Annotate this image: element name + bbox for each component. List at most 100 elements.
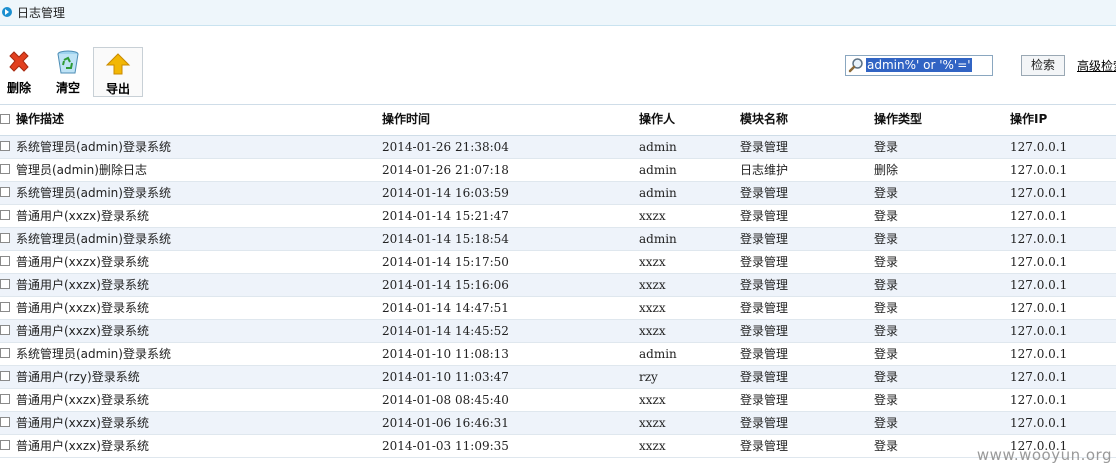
- cell-time: 2014-01-14 14:47:51: [382, 301, 509, 315]
- circle-arrow-icon: [2, 7, 12, 17]
- cell-operator: xxzx: [639, 301, 666, 315]
- cell-operator: xxzx: [639, 209, 666, 223]
- row-checkbox[interactable]: [0, 302, 10, 312]
- cell-module: 登录管理: [740, 324, 789, 338]
- row-checkbox[interactable]: [0, 141, 10, 151]
- cell-ip: 127.0.0.1: [1010, 324, 1068, 338]
- header-time[interactable]: 操作时间: [382, 105, 430, 133]
- table-row[interactable]: 系统管理员(admin)登录系统 2014-01-10 11:08:13 admin…: [0, 343, 1116, 366]
- header-operator[interactable]: 操作人: [639, 105, 675, 133]
- cell-ip: 127.0.0.1: [1010, 301, 1068, 315]
- table-row[interactable]: 普通用户(xxzx)登录系统 2014-01-08 08:45:40 xxzx 登录管…: [0, 389, 1116, 412]
- table-row[interactable]: 普通用户(rzy)登录系统 2014-01-10 11:03:47 rzy 登录管理 登…: [0, 366, 1116, 389]
- table-row[interactable]: 普通用户(xxzx)登录系统 2014-01-14 15:16:06 xxzx 登录管…: [0, 274, 1116, 297]
- row-checkbox[interactable]: [0, 279, 10, 289]
- row-checkbox[interactable]: [0, 440, 10, 450]
- recycle-bin-icon: [57, 50, 79, 74]
- cell-operator: xxzx: [639, 255, 666, 269]
- cell-description: 普通用户(rzy)登录系统: [16, 370, 140, 384]
- table-row[interactable]: 普通用户(xxzx)登录系统 2014-01-14 15:21:47 xxzx 登录管…: [0, 205, 1116, 228]
- cell-operator: rzy: [639, 370, 658, 384]
- row-checkbox[interactable]: [0, 371, 10, 381]
- cell-description: 普通用户(xxzx)登录系统: [16, 209, 149, 223]
- cell-operator: admin: [639, 163, 677, 177]
- cell-description: 管理员(admin)删除日志: [16, 163, 147, 177]
- log-table: 操作描述 操作时间 操作人 模块名称 操作类型 操作IP 系统管理员(admin…: [0, 104, 1116, 458]
- cell-type: 登录: [874, 416, 899, 430]
- header-ip[interactable]: 操作IP: [1010, 105, 1047, 133]
- delete-button[interactable]: 删除: [2, 48, 36, 96]
- advanced-search-link[interactable]: 高级检索: [1077, 57, 1116, 74]
- cell-operator: xxzx: [639, 393, 666, 407]
- export-button[interactable]: 导出: [93, 47, 143, 97]
- cell-description: 普通用户(xxzx)登录系统: [16, 416, 149, 430]
- cell-ip: 127.0.0.1: [1010, 232, 1068, 246]
- row-checkbox[interactable]: [0, 325, 10, 335]
- row-checkbox[interactable]: [0, 394, 10, 404]
- table-row[interactable]: 管理员(admin)删除日志 2014-01-26 21:07:18 admin 日志…: [0, 159, 1116, 182]
- table-row[interactable]: 普通用户(xxzx)登录系统 2014-01-03 11:09:35 xxzx 登录管…: [0, 435, 1116, 458]
- cell-description: 系统管理员(admin)登录系统: [16, 347, 171, 361]
- row-checkbox[interactable]: [0, 210, 10, 220]
- cell-ip: 127.0.0.1: [1010, 393, 1068, 407]
- row-checkbox[interactable]: [0, 164, 10, 174]
- export-label: 导出: [105, 82, 130, 96]
- table-header: 操作描述 操作时间 操作人 模块名称 操作类型 操作IP: [0, 104, 1116, 136]
- cell-description: 普通用户(xxzx)登录系统: [16, 439, 149, 453]
- cell-module: 登录管理: [740, 416, 789, 430]
- row-checkbox[interactable]: [0, 233, 10, 243]
- cell-ip: 127.0.0.1: [1010, 278, 1068, 292]
- cell-type: 登录: [874, 301, 899, 315]
- select-all-checkbox[interactable]: [0, 114, 10, 124]
- up-arrow-icon: [105, 53, 131, 75]
- magnifier-icon: [848, 58, 863, 73]
- cell-description: 系统管理员(admin)登录系统: [16, 186, 171, 200]
- cell-description: 普通用户(xxzx)登录系统: [16, 301, 149, 315]
- cell-module: 登录管理: [740, 140, 789, 154]
- search-button[interactable]: 检索: [1021, 55, 1065, 76]
- cell-time: 2014-01-14 15:17:50: [382, 255, 509, 269]
- table-body: 系统管理员(admin)登录系统 2014-01-26 21:38:04 admin…: [0, 136, 1116, 458]
- table-row[interactable]: 普通用户(xxzx)登录系统 2014-01-06 16:46:31 xxzx 登录管…: [0, 412, 1116, 435]
- cell-module: 登录管理: [740, 439, 789, 453]
- table-row[interactable]: 系统管理员(admin)登录系统 2014-01-14 16:03:59 admin…: [0, 182, 1116, 205]
- cell-module: 登录管理: [740, 255, 789, 269]
- table-row[interactable]: 系统管理员(admin)登录系统 2014-01-26 21:38:04 admin…: [0, 136, 1116, 159]
- table-row[interactable]: 普通用户(xxzx)登录系统 2014-01-14 15:17:50 xxzx 登录管…: [0, 251, 1116, 274]
- cell-ip: 127.0.0.1: [1010, 370, 1068, 384]
- cell-operator: xxzx: [639, 278, 666, 292]
- clear-button[interactable]: 清空: [51, 48, 85, 96]
- cell-type: 登录: [874, 278, 899, 292]
- row-checkbox[interactable]: [0, 256, 10, 266]
- cell-type: 登录: [874, 370, 899, 384]
- cell-description: 普通用户(xxzx)登录系统: [16, 255, 149, 269]
- cell-ip: 127.0.0.1: [1010, 140, 1068, 154]
- table-row[interactable]: 普通用户(xxzx)登录系统 2014-01-14 14:45:52 xxzx 登录管…: [0, 320, 1116, 343]
- cell-time: 2014-01-26 21:38:04: [382, 140, 509, 154]
- cell-operator: admin: [639, 186, 677, 200]
- row-checkbox[interactable]: [0, 348, 10, 358]
- cell-time: 2014-01-14 14:45:52: [382, 324, 509, 338]
- cell-type: 登录: [874, 439, 899, 453]
- cell-module: 登录管理: [740, 278, 789, 292]
- table-row[interactable]: 系统管理员(admin)登录系统 2014-01-14 15:18:54 admin…: [0, 228, 1116, 251]
- cell-type: 登录: [874, 393, 899, 407]
- row-checkbox[interactable]: [0, 417, 10, 427]
- cell-description: 普通用户(xxzx)登录系统: [16, 324, 149, 338]
- cell-type: 登录: [874, 255, 899, 269]
- cell-operator: xxzx: [639, 416, 666, 430]
- red-x-icon: [9, 51, 29, 72]
- cell-type: 登录: [874, 232, 899, 246]
- search-input[interactable]: admin%' or '%'=': [845, 55, 993, 76]
- cell-module: 登录管理: [740, 232, 789, 246]
- table-row[interactable]: 普通用户(xxzx)登录系统 2014-01-14 14:47:51 xxzx 登录管…: [0, 297, 1116, 320]
- delete-label: 删除: [6, 81, 31, 95]
- watermark: www.wooyun.org: [976, 446, 1112, 464]
- cell-ip: 127.0.0.1: [1010, 347, 1068, 361]
- header-type[interactable]: 操作类型: [874, 105, 922, 133]
- cell-module: 登录管理: [740, 209, 789, 223]
- header-description[interactable]: 操作描述: [16, 105, 64, 133]
- header-module[interactable]: 模块名称: [740, 105, 788, 133]
- cell-operator: admin: [639, 347, 677, 361]
- row-checkbox[interactable]: [0, 187, 10, 197]
